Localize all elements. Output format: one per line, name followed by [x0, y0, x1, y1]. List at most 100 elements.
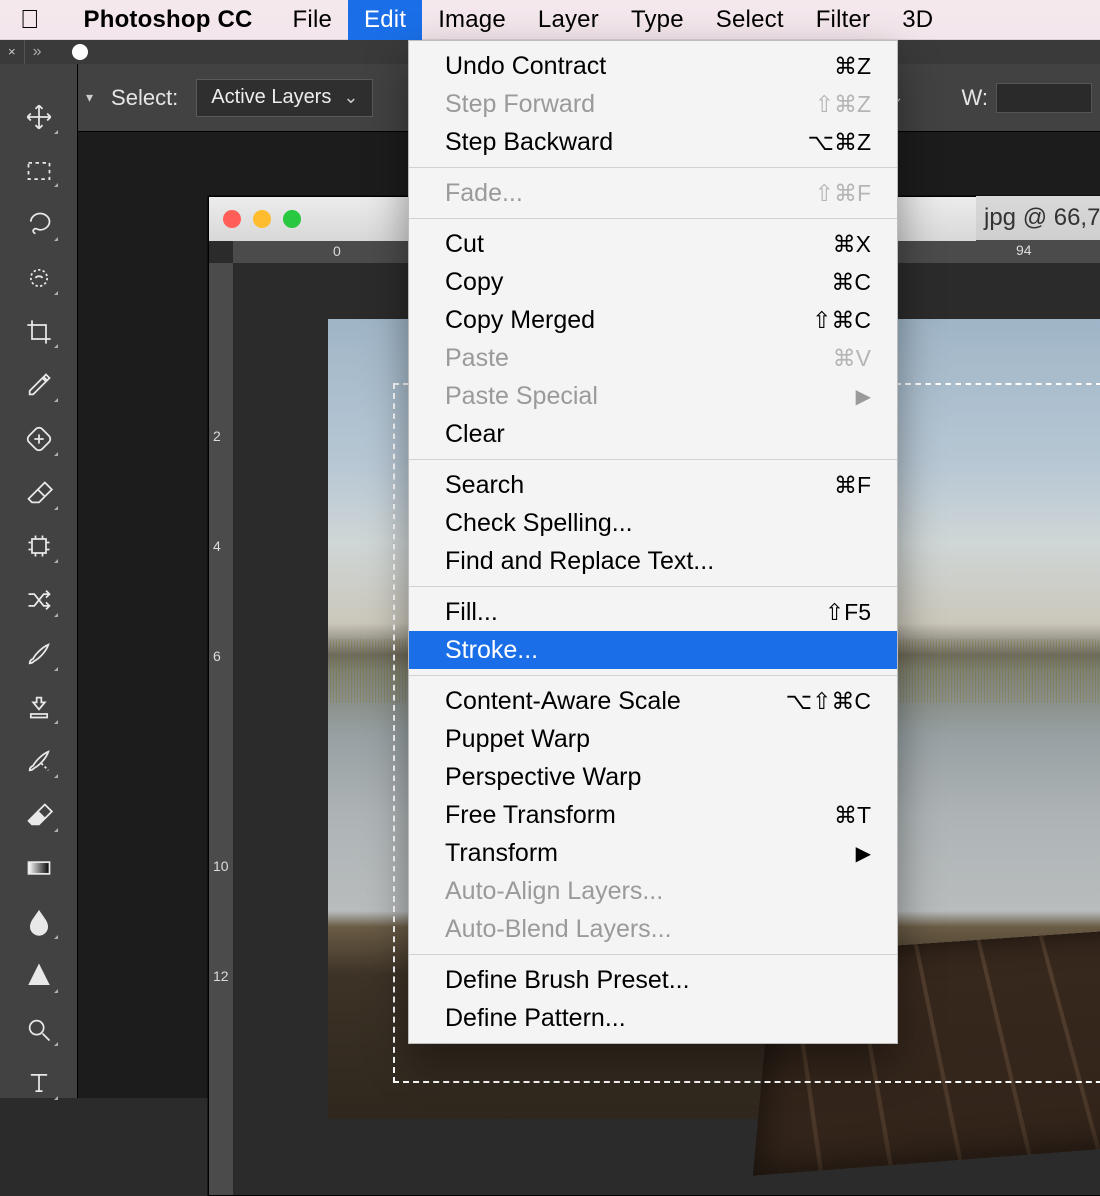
lasso-tool-icon[interactable]	[22, 209, 56, 239]
menu-item-undo-contract[interactable]: Undo Contract⌘Z	[409, 47, 897, 85]
width-label: W:	[962, 85, 988, 111]
menu-item-fill[interactable]: Fill...⇧F5	[409, 593, 897, 631]
window-minimize-icon[interactable]	[253, 210, 271, 228]
menu-type[interactable]: Type	[615, 0, 700, 40]
dodge-tool-icon[interactable]	[22, 961, 56, 991]
menu-item-transform[interactable]: Transform ▶	[409, 834, 897, 872]
menu-item-label: Stroke...	[445, 636, 538, 665]
apple-menu-icon[interactable]: 	[20, 4, 40, 35]
menu-item-content-aware-scale[interactable]: Content-Aware Scale⌥⇧⌘C	[409, 682, 897, 720]
menu-item-shortcut: ⌘C	[831, 269, 871, 296]
menu-item-shortcut: ⌘F	[834, 472, 871, 499]
menu-item-label: Define Brush Preset...	[445, 966, 690, 995]
type-tool-icon[interactable]	[22, 1068, 56, 1098]
ruler-tick: 2	[213, 428, 221, 444]
gradient-tool-icon[interactable]	[22, 854, 56, 884]
background-document-title[interactable]: jpg @ 66,7% (La	[976, 196, 1100, 240]
menu-item-copy-merged[interactable]: Copy Merged ⇧⌘C	[409, 301, 897, 339]
select-mode-value: Active Layers	[211, 86, 331, 109]
menu-item-step-forward: Step Forward⇧⌘Z	[409, 85, 897, 123]
menu-item-copy[interactable]: Copy ⌘C	[409, 263, 897, 301]
menu-item-label: Free Transform	[445, 801, 616, 830]
ruler-tick: 12	[213, 968, 229, 984]
width-input[interactable]	[996, 83, 1092, 113]
menu-item-label: Step Backward	[445, 128, 613, 157]
menu-item-free-transform[interactable]: Free Transform ⌘T	[409, 796, 897, 834]
window-zoom-icon[interactable]	[283, 210, 301, 228]
quick-select-tool-icon[interactable]	[22, 263, 56, 293]
menu-item-label: Define Pattern...	[445, 1004, 626, 1033]
menu-file[interactable]: File	[277, 0, 348, 40]
crop-tool-icon[interactable]	[22, 317, 56, 347]
window-close-icon[interactable]	[223, 210, 241, 228]
menu-item-cut[interactable]: Cut⌘X	[409, 225, 897, 263]
move-tool-icon[interactable]	[22, 102, 56, 132]
menu-item-label: Fade...	[445, 179, 523, 208]
menu-select[interactable]: Select	[700, 0, 800, 40]
ruler-tick: 94	[1016, 242, 1032, 258]
menu-layer[interactable]: Layer	[522, 0, 615, 40]
menu-edit[interactable]: Edit	[348, 0, 422, 40]
menu-item-perspective-warp[interactable]: Perspective Warp	[409, 758, 897, 796]
eyedropper-tool-icon[interactable]	[22, 370, 56, 400]
menu-item-label: Check Spelling...	[445, 509, 633, 538]
ruler-tick: 4	[213, 538, 221, 554]
menu-item-define-pattern[interactable]: Define Pattern...	[409, 999, 897, 1037]
close-tab-icon[interactable]: ×	[0, 40, 25, 64]
menu-item-puppet-warp[interactable]: Puppet Warp	[409, 720, 897, 758]
menu-item-label: Copy	[445, 268, 503, 297]
submenu-arrow-icon: ▶	[856, 841, 871, 866]
menu-item-check-spelling[interactable]: Check Spelling...	[409, 504, 897, 542]
brush-tool-icon[interactable]	[22, 639, 56, 669]
menu-item-shortcut: ⌘Z	[834, 53, 871, 80]
app-name[interactable]: Photoshop CC	[68, 0, 277, 40]
background-ruler: 94 14	[976, 240, 1100, 262]
menu-item-label: Fill...	[445, 598, 498, 627]
menu-item-label: Puppet Warp	[445, 725, 590, 754]
menu-item-find-and-replace-text[interactable]: Find and Replace Text...	[409, 542, 897, 580]
menu-item-label: Auto-Blend Layers...	[445, 915, 672, 944]
marquee-tool-icon[interactable]	[22, 156, 56, 186]
macos-menubar:  Photoshop CC File Edit Image Layer Typ…	[0, 0, 1100, 40]
menu-item-shortcut: ⇧⌘F	[815, 180, 871, 207]
clone-stamp-tool-icon[interactable]	[22, 693, 56, 723]
menu-item-step-backward[interactable]: Step Backward ⌥⌘Z	[409, 123, 897, 161]
menu-item-define-brush-preset[interactable]: Define Brush Preset...	[409, 961, 897, 999]
menu-item-label: Auto-Align Layers...	[445, 877, 663, 906]
menu-item-stroke[interactable]: Stroke...	[409, 631, 897, 669]
menu-item-label: Paste	[445, 344, 509, 373]
eraser-tool-icon[interactable]	[22, 478, 56, 508]
expand-tabs-icon[interactable]: »	[25, 43, 50, 61]
pen-tool-icon[interactable]	[22, 1015, 56, 1045]
menu-item-fade: Fade... ⇧⌘F	[409, 174, 897, 212]
chip-tool-icon[interactable]	[22, 532, 56, 562]
menu-image[interactable]: Image	[422, 0, 522, 40]
menu-item-clear[interactable]: Clear	[409, 415, 897, 453]
menu-item-label: Search	[445, 471, 524, 500]
shuffle-tool-icon[interactable]	[22, 585, 56, 615]
menu-item-shortcut: ⌘T	[834, 802, 871, 829]
menu-item-shortcut: ⌘X	[833, 231, 871, 258]
history-brush-tool-icon[interactable]	[22, 746, 56, 776]
menu-item-label: Step Forward	[445, 90, 595, 119]
menu-item-shortcut: ⌥⌘Z	[807, 129, 871, 156]
blur-tool-icon[interactable]	[22, 907, 56, 937]
select-mode-dropdown[interactable]: Active Layers ⌄	[196, 79, 373, 117]
tool-preset-dropdown-icon[interactable]: ▾	[86, 89, 93, 106]
ruler-vertical[interactable]: 2 4 6 10 12	[209, 263, 233, 1195]
spot-heal-tool-icon[interactable]	[22, 424, 56, 454]
menu-item-label: Perspective Warp	[445, 763, 641, 792]
menu-item-shortcut: ⇧⌘C	[812, 307, 871, 334]
menu-filter[interactable]: Filter	[800, 0, 887, 40]
menu-item-label: Transform	[445, 839, 558, 868]
menu-item-search[interactable]: Search ⌘F	[409, 466, 897, 504]
submenu-arrow-icon: ▶	[856, 384, 871, 409]
ruler-tick: 10	[213, 858, 229, 874]
menu-item-label: Copy Merged	[445, 306, 595, 335]
eraser2-tool-icon[interactable]	[22, 800, 56, 830]
foreground-color-swatch[interactable]	[72, 44, 88, 60]
menu-3d[interactable]: 3D	[886, 0, 949, 40]
chevron-down-icon: ⌄	[343, 87, 358, 108]
menu-item-label: Content-Aware Scale	[445, 687, 681, 716]
ruler-tick: 0	[333, 243, 341, 259]
